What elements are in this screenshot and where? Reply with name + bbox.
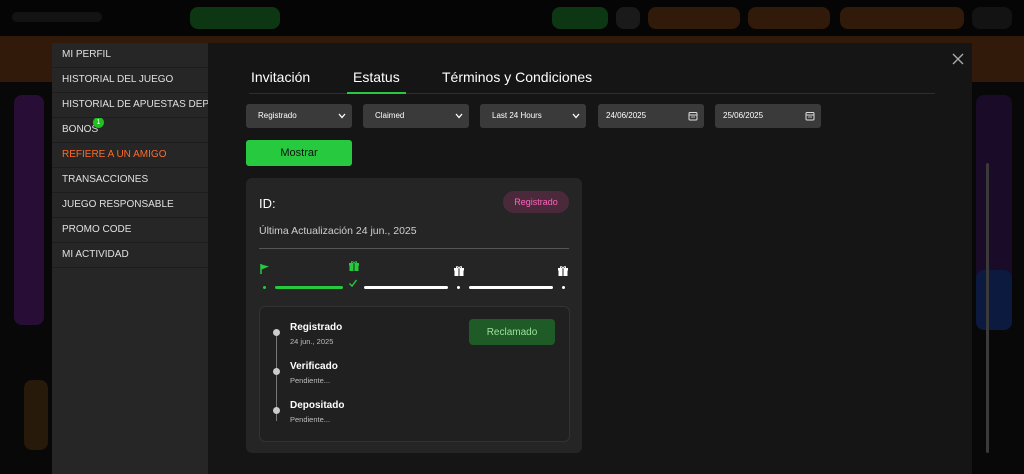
- date-from-value: 24/06/2025: [606, 111, 647, 120]
- claim-select[interactable]: Claimed: [363, 104, 469, 128]
- status-select[interactable]: Registrado: [246, 104, 352, 128]
- sidebar-item-promo-code[interactable]: PROMO CODE: [52, 218, 208, 243]
- gift-icon: [349, 261, 359, 271]
- checkmark-icon: [349, 279, 358, 288]
- claimed-button[interactable]: Reclamado: [469, 319, 555, 345]
- sidebar-item-label: HISTORIAL DEL JUEGO: [62, 74, 174, 85]
- chevron-down-icon: [338, 113, 346, 119]
- tab-invitation[interactable]: Invitación: [251, 69, 310, 93]
- sidebar-item-label: HISTORIAL DE APUESTAS DEP...: [62, 99, 208, 110]
- date-to-field[interactable]: 25/06/2025: [715, 104, 821, 128]
- sidebar-item-game-history[interactable]: HISTORIAL DEL JUEGO: [52, 68, 208, 93]
- step-title-verified: Verificado: [290, 361, 338, 372]
- timeline-dot: [273, 329, 280, 336]
- sidebar-item-label: JUEGO RESPONSABLE: [62, 199, 174, 210]
- sidebar-item-label: REFIERE A UN AMIGO: [62, 149, 167, 160]
- notification-badge: 1: [93, 118, 104, 128]
- account-modal: MI PERFIL HISTORIAL DEL JUEGO HISTORIAL …: [52, 43, 989, 474]
- divider: [259, 248, 569, 249]
- status-badge: Registrado: [503, 191, 569, 213]
- last-updated-text: Última Actualización 24 jun., 2025: [259, 225, 417, 237]
- scrollbar[interactable]: [986, 163, 989, 453]
- tab-bar: Invitación Estatus Términos y Condicione…: [249, 69, 935, 94]
- timeline-dot: [273, 368, 280, 375]
- period-select[interactable]: Last 24 Hours: [480, 104, 586, 128]
- step-status-deposited: Pendiente...: [290, 415, 331, 424]
- progress-dot: [263, 286, 266, 289]
- sidebar-item-responsible-gaming[interactable]: JUEGO RESPONSABLE: [52, 193, 208, 218]
- gift-icon: [454, 266, 464, 276]
- step-date-registered: 24 jun., 2025: [290, 337, 334, 346]
- timeline-dot: [273, 407, 280, 414]
- sidebar-item-sports-bet-history[interactable]: HISTORIAL DE APUESTAS DEP...: [52, 93, 208, 118]
- sidebar-item-label: MI PERFIL: [62, 49, 111, 60]
- chevron-down-icon: [572, 113, 580, 119]
- account-sidebar: MI PERFIL HISTORIAL DEL JUEGO HISTORIAL …: [52, 43, 208, 474]
- progress-segment: [469, 286, 553, 289]
- step-status-verified: Pendiente...: [290, 376, 331, 385]
- step-title-registered: Registrado: [290, 322, 343, 333]
- status-timeline: Registrado 24 jun., 2025 Reclamado Verif…: [259, 306, 570, 442]
- sidebar-item-profile[interactable]: MI PERFIL: [52, 43, 208, 68]
- progress-segment: [275, 286, 343, 289]
- sidebar-item-label: MI ACTIVIDAD: [62, 249, 129, 260]
- calendar-icon[interactable]: [688, 111, 698, 121]
- gift-icon: [558, 266, 568, 276]
- show-button[interactable]: Mostrar: [246, 140, 352, 166]
- progress-dot: [562, 286, 565, 289]
- period-select-value: Last 24 Hours: [492, 111, 542, 120]
- claim-select-value: Claimed: [375, 111, 405, 120]
- flag-icon: [260, 264, 269, 274]
- sidebar-item-refer-friend[interactable]: REFIERE A UN AMIGO: [52, 143, 208, 168]
- step-title-deposited: Depositado: [290, 400, 345, 411]
- status-select-value: Registrado: [258, 111, 297, 120]
- referral-card: ID: Registrado Última Actualización 24 j…: [246, 178, 582, 453]
- date-to-value: 25/06/2025: [723, 111, 764, 120]
- sidebar-item-transactions[interactable]: TRANSACCIONES: [52, 168, 208, 193]
- progress-segment: [364, 286, 448, 289]
- refer-friend-panel: Invitación Estatus Términos y Condicione…: [208, 43, 989, 474]
- calendar-icon[interactable]: [805, 111, 815, 121]
- chevron-down-icon: [455, 113, 463, 119]
- sidebar-item-bonuses[interactable]: BONOS 1: [52, 118, 208, 143]
- date-from-field[interactable]: 24/06/2025: [598, 104, 704, 128]
- close-icon[interactable]: [950, 51, 966, 67]
- tab-terms[interactable]: Términos y Condiciones: [442, 69, 592, 93]
- sidebar-item-my-activity[interactable]: MI ACTIVIDAD: [52, 243, 208, 268]
- tab-status[interactable]: Estatus: [347, 69, 406, 94]
- sidebar-item-label: BONOS: [62, 124, 99, 135]
- referral-id-label: ID:: [259, 196, 276, 211]
- progress-dot: [457, 286, 460, 289]
- sidebar-item-label: TRANSACCIONES: [62, 174, 149, 185]
- sidebar-item-label: PROMO CODE: [62, 224, 132, 235]
